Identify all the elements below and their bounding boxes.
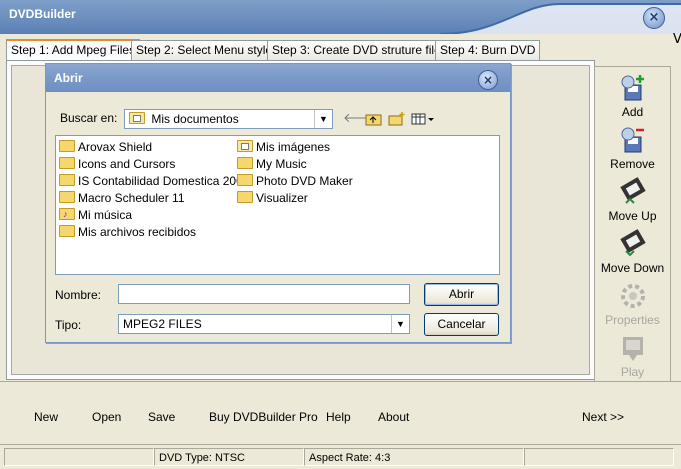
new-button[interactable]: New	[34, 410, 58, 424]
look-in-label: Buscar en:	[60, 111, 118, 125]
status-cell-right	[524, 448, 674, 466]
remove-label: Remove	[610, 157, 655, 171]
status-bar: DVD Type: NTSC Aspect Rate: 4:3	[0, 444, 681, 469]
dialog-title: Abrir	[54, 71, 83, 85]
list-item[interactable]: Mis archivos recibidos	[59, 224, 196, 240]
cancel-button[interactable]: Cancelar	[424, 313, 499, 336]
look-in-value: Mis documentos	[151, 112, 239, 126]
pictures-folder-icon	[237, 140, 253, 152]
file-name: Mi música	[78, 208, 133, 222]
documents-icon	[129, 112, 145, 124]
type-label: Tipo:	[55, 318, 82, 332]
file-name: My Music	[256, 157, 307, 171]
look-in-combo[interactable]: Mis documentos ▼	[124, 109, 333, 129]
file-name: Photo DVD Maker	[256, 174, 353, 188]
properties-icon	[620, 284, 645, 308]
move-down-button[interactable]: Move Down	[595, 229, 670, 275]
list-item[interactable]: Macro Scheduler 11	[59, 190, 185, 206]
next-button[interactable]: Next >>	[582, 410, 624, 424]
tab-burn-dvd[interactable]: Step 4: Burn DVD	[435, 40, 541, 60]
title-bar: DVDBuilder ×	[0, 0, 681, 34]
folder-icon	[59, 140, 75, 152]
dialog-title-bar: Abrir ×	[46, 64, 510, 92]
app-title: DVDBuilder	[9, 7, 76, 21]
divider	[0, 381, 681, 382]
remove-button[interactable]: Remove	[595, 125, 670, 171]
list-item[interactable]: Mis imágenes	[237, 139, 330, 155]
file-name: Icons and Cursors	[78, 157, 176, 171]
play-label: Play	[620, 365, 645, 379]
title-bar-decoration	[0, 3, 681, 34]
about-button[interactable]: About	[378, 410, 409, 424]
music-folder-icon	[59, 206, 75, 222]
file-name: Visualizer	[256, 191, 308, 205]
chevron-down-icon[interactable]: ▼	[314, 110, 332, 128]
move-down-label: Move Down	[600, 261, 665, 275]
file-type-combo[interactable]: MPEG2 FILES ▼	[118, 314, 410, 334]
file-name: Mis imágenes	[256, 140, 331, 154]
file-browser-list[interactable]: Arovax Shield Icons and Cursors IS Conta…	[55, 135, 500, 275]
file-name: Macro Scheduler 11	[78, 191, 185, 205]
right-toolbar: Add Remove Move Up Move Down Properties …	[594, 66, 671, 382]
name-label: Nombre:	[55, 288, 102, 302]
save-button[interactable]: Save	[148, 410, 175, 424]
view-menu-icon[interactable]	[410, 111, 436, 127]
folder-icon	[59, 191, 75, 203]
folder-icon	[237, 174, 253, 186]
list-item[interactable]: My Music	[237, 156, 307, 172]
tab-add-mpeg-files[interactable]: Step 1: Add Mpeg Files	[6, 39, 141, 62]
window-close-button[interactable]: ×	[643, 7, 665, 29]
film-move-up-icon	[619, 177, 646, 204]
edge-mark: V	[673, 32, 681, 47]
play-button[interactable]: Play	[595, 333, 670, 379]
folder-icon	[237, 157, 253, 169]
open-dialog: Abrir × Buscar en: Mis documentos ▼ 🡐 Ar…	[45, 63, 511, 343]
new-folder-icon[interactable]	[388, 111, 406, 127]
folder-icon	[59, 157, 75, 169]
folder-icon	[237, 191, 253, 203]
properties-button[interactable]: Properties	[595, 281, 670, 327]
remove-file-icon	[621, 127, 644, 153]
tab-select-menu-style[interactable]: Step 2: Select Menu style	[131, 40, 278, 60]
dialog-close-button[interactable]: ×	[478, 70, 498, 90]
buy-pro-button[interactable]: Buy DVDBuilder Pro	[209, 410, 318, 424]
aspect-rate-status: Aspect Rate: 4:3	[304, 448, 524, 466]
file-name: IS Contabilidad Domestica 2008	[78, 174, 250, 188]
open-file-button[interactable]: Abrir	[424, 283, 499, 306]
list-item[interactable]: Photo DVD Maker	[237, 173, 353, 189]
list-item[interactable]: IS Contabilidad Domestica 2008	[59, 173, 249, 189]
list-item[interactable]: Icons and Cursors	[59, 156, 175, 172]
add-label: Add	[621, 105, 644, 119]
file-name: Mis archivos recibidos	[78, 225, 197, 239]
back-arrow-icon[interactable]: 🡐	[343, 111, 378, 127]
tab-create-dvd-structure[interactable]: Step 3: Create DVD struture files	[267, 40, 452, 60]
folder-icon	[59, 174, 75, 186]
dvd-type-status: DVD Type: NTSC	[154, 448, 304, 466]
move-up-label: Move Up	[608, 209, 657, 223]
folder-icon	[59, 225, 75, 237]
file-name: Arovax Shield	[78, 140, 153, 154]
open-button[interactable]: Open	[92, 410, 121, 424]
help-button[interactable]: Help	[326, 410, 351, 424]
list-item[interactable]: Mi música	[59, 206, 133, 223]
file-name-input[interactable]	[118, 284, 410, 304]
move-up-button[interactable]: Move Up	[595, 177, 670, 223]
list-item[interactable]: Arovax Shield	[59, 139, 152, 155]
add-file-icon	[621, 75, 644, 101]
chevron-down-icon[interactable]: ▼	[391, 315, 409, 333]
properties-label: Properties	[605, 313, 660, 327]
film-move-down-icon	[619, 229, 646, 257]
status-cell-empty	[4, 448, 154, 466]
file-type-value: MPEG2 FILES	[123, 317, 202, 331]
play-icon	[622, 337, 643, 361]
add-button[interactable]: Add	[595, 73, 670, 119]
up-folder-icon[interactable]	[365, 111, 383, 127]
list-item[interactable]: Visualizer	[237, 190, 308, 206]
